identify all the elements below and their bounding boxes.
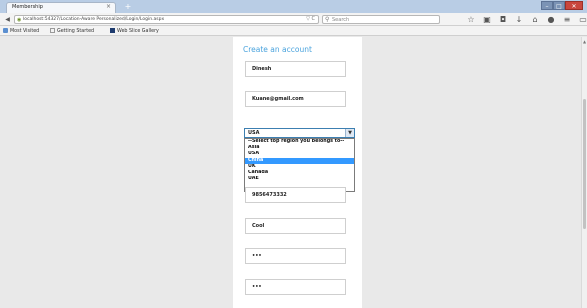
region-option[interactable]: UAE (245, 176, 354, 182)
site-identity-icon[interactable]: ◉ (17, 17, 21, 23)
reload-icon[interactable]: ▽ C (306, 16, 315, 22)
page-content: Create an account Dinesh Kuane@gmail.com… (0, 37, 581, 308)
url-text: localhost:54327/Location-Aware Personali… (23, 17, 165, 22)
name-value: Dinesh (252, 66, 272, 72)
phone-value: 9856473332 (252, 192, 287, 198)
nickname-value: Cool (252, 223, 265, 229)
form-title: Create an account (243, 45, 312, 54)
password-field[interactable]: ••• (245, 248, 346, 264)
region-select[interactable]: USA ▼ (244, 128, 355, 138)
navigation-toolbar: ◀ ◉ localhost:54327/Location-Aware Perso… (0, 13, 587, 26)
confirm-password-value: ••• (252, 284, 262, 290)
region-selected-value: USA (248, 130, 260, 136)
window-controls: – □ ✕ (541, 1, 583, 10)
bookmark-most-visited[interactable]: Most Visited (3, 28, 39, 34)
address-bar[interactable]: ◉ localhost:54327/Location-Aware Persona… (14, 15, 319, 24)
region-dropdown-list: --Select top region you belongs to-- Asi… (244, 138, 355, 192)
sync-icon[interactable]: ● (546, 15, 556, 24)
email-field[interactable]: Kuane@gmail.com (245, 91, 346, 107)
close-window-button[interactable]: ✕ (565, 1, 583, 10)
bookmarks-bar: Most Visited Getting Started Web Slice G… (0, 26, 587, 36)
bookmark-getting-started[interactable]: Getting Started (50, 28, 94, 34)
chevron-down-icon[interactable]: ▼ (345, 129, 354, 137)
scrollbar-thumb[interactable] (583, 99, 586, 229)
screenshot-icon[interactable]: ▭ (578, 15, 587, 24)
back-arrow-icon[interactable]: ◀ (3, 15, 12, 24)
reading-list-icon[interactable]: ▣ (482, 15, 492, 24)
new-tab-button[interactable]: + (122, 2, 134, 12)
bookmark-web-slice-gallery[interactable]: Web Slice Gallery (110, 28, 159, 34)
close-tab-icon[interactable]: × (106, 3, 111, 10)
browser-tab[interactable]: Membership × (6, 2, 116, 13)
menu-icon[interactable]: ≡ (562, 15, 572, 24)
web-slice-icon (110, 28, 115, 33)
bookmark-folder-icon (3, 28, 8, 33)
star-icon[interactable]: ☆ (466, 15, 476, 24)
region-option[interactable]: --Select top region you belongs to-- (245, 139, 354, 145)
name-field[interactable]: Dinesh (245, 61, 346, 77)
pocket-icon[interactable]: ◘ (498, 15, 508, 24)
search-bar[interactable]: ⚲ Search (322, 15, 440, 24)
scroll-up-arrow-icon[interactable]: ▲ (582, 39, 587, 44)
tab-strip: Membership × + – □ ✕ (0, 0, 587, 13)
tab-title: Membership (12, 4, 43, 10)
download-icon[interactable]: ↓ (514, 15, 524, 24)
page-icon (50, 28, 55, 33)
password-value: ••• (252, 253, 262, 259)
toolbar-icons: ☆ ▣ ◘ ↓ ⌂ ● ≡ ▭ (466, 15, 587, 24)
search-placeholder: Search (332, 17, 350, 23)
page-scrollbar[interactable]: ▲ (581, 37, 587, 308)
confirm-password-field[interactable]: ••• (245, 279, 346, 295)
phone-field[interactable]: 9856473332 (245, 187, 346, 203)
maximize-button[interactable]: □ (553, 1, 565, 10)
minimize-button[interactable]: – (541, 1, 553, 10)
signup-form: Create an account Dinesh Kuane@gmail.com… (233, 37, 362, 308)
nickname-field[interactable]: Cool (245, 218, 346, 234)
home-icon[interactable]: ⌂ (530, 15, 540, 24)
search-icon: ⚲ (325, 16, 330, 23)
email-value: Kuane@gmail.com (252, 96, 304, 102)
